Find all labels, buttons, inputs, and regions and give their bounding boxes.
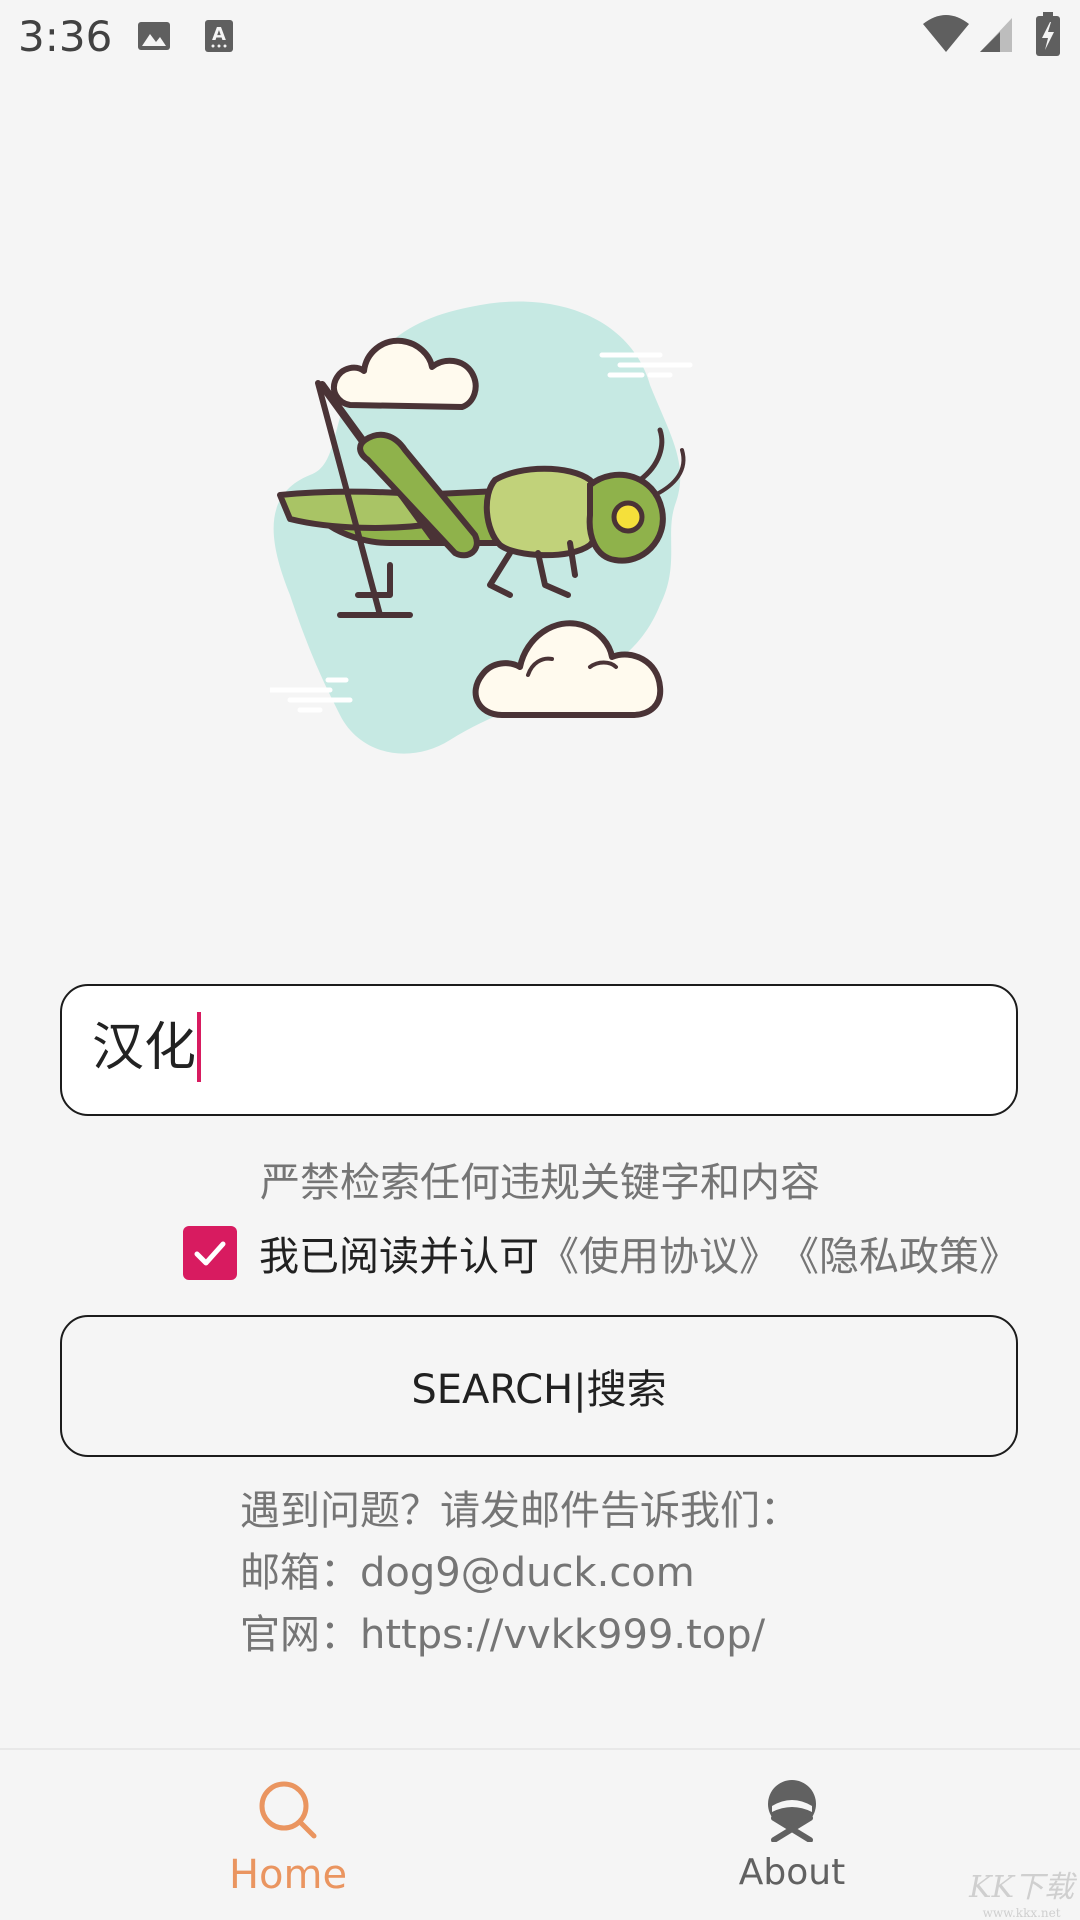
svg-text:A: A [212,24,226,45]
agreement-label[interactable]: 我已阅读并认可 [259,1224,539,1282]
agreement-row: 我已阅读并认可 《使用协议》 《隐私政策》 [183,1226,1019,1280]
search-warning-text: 严禁检索任何违规关键字和内容 [260,1160,820,1206]
watermark: KK下载 www.kkx.net [969,1862,1074,1920]
privacy-link[interactable]: 《隐私政策》 [779,1224,1019,1282]
image-icon [136,18,172,58]
about-icon [764,1778,820,1846]
screen: 3:36 A 汉化 严禁检索任何违规关键字和内容 我已阅读并认可 《使用协议》 … [0,0,1080,1920]
contact-email[interactable]: 邮箱：dog9@duck.com [240,1540,695,1598]
search-button[interactable]: SEARCH|搜索 [60,1315,1018,1457]
search-input-text: 汉化 [92,1018,197,1078]
text-caret [197,1012,202,1082]
text-a-icon: A [204,18,234,58]
search-icon [256,1778,320,1846]
terms-link[interactable]: 《使用协议》 [539,1224,779,1282]
battery-charging-icon [1036,12,1060,60]
status-bar: 3:36 A [0,0,1080,72]
wifi-icon [922,14,970,58]
watermark-url: www.kkx.net [982,1906,1061,1920]
signal-icon [978,16,1014,58]
grasshopper-illustration [267,295,790,765]
check-icon [194,1241,226,1266]
bottom-nav: Home About KK下载 www.kkx.net [0,1748,1080,1920]
contact-line-1: 遇到问题？请发邮件告诉我们： [240,1488,800,1534]
nav-home[interactable]: Home [18,1750,558,1920]
contact-website[interactable]: 官网：https://vvkk999.top/ [240,1602,765,1660]
search-input-value: 汉化 [92,1012,202,1086]
status-time: 3:36 [18,12,113,61]
nav-home-label: Home [228,1852,348,1898]
agreement-checkbox[interactable] [183,1226,237,1280]
search-input[interactable]: 汉化 [60,984,1018,1116]
watermark-logo: KK下载 [969,1870,1074,1905]
